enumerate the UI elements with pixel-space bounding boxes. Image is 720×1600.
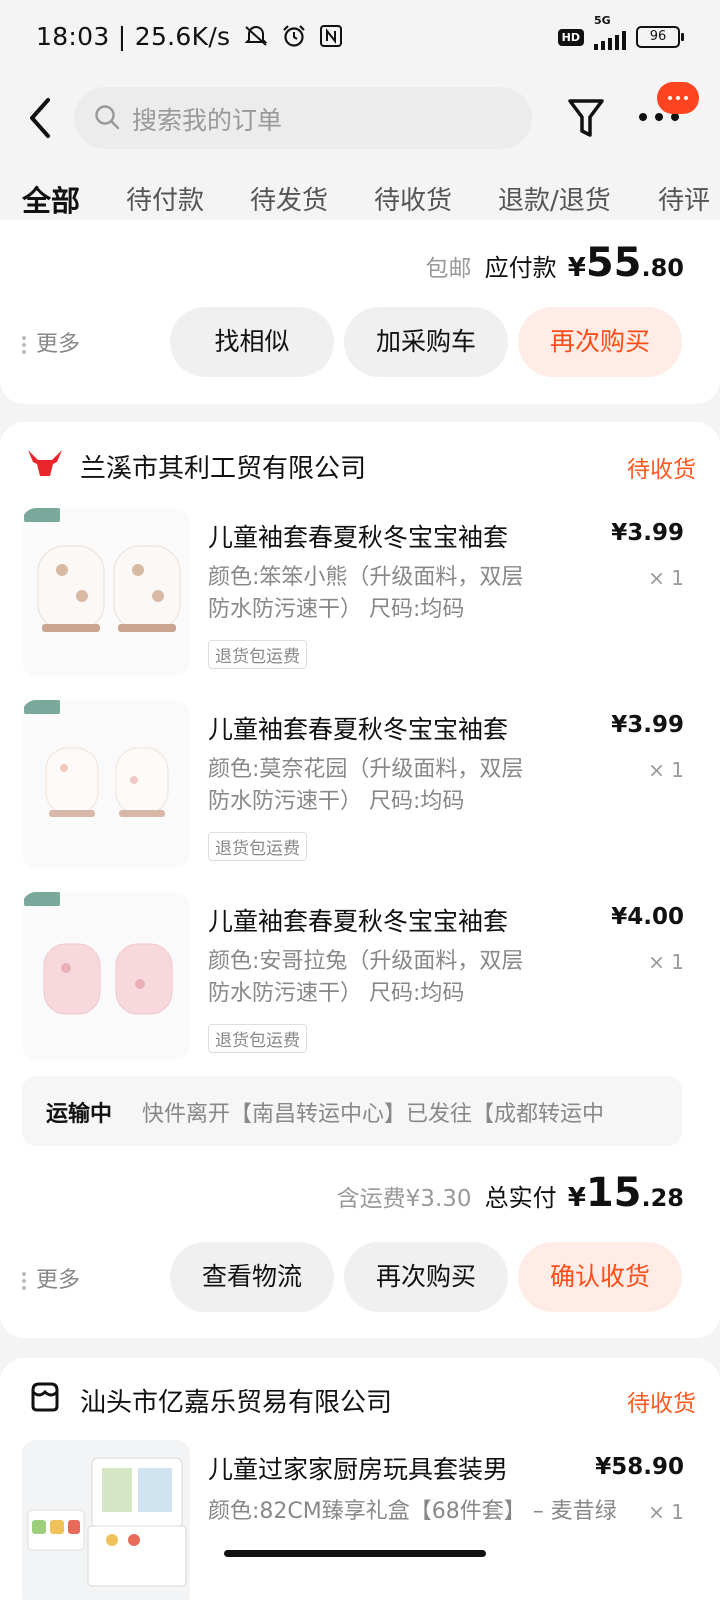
bull-shop-icon [28, 450, 62, 476]
return-shipping-tag: 退货包运费 [208, 640, 307, 669]
product-title[interactable]: 儿童袖套春夏秋冬宝宝袖套 [208, 710, 508, 746]
shop-name[interactable]: 汕头市亿嘉乐贸易有限公司 [80, 1382, 392, 1419]
nfc-icon [320, 25, 343, 47]
product-spec: 颜色:莫奈花园（升级面料，双层防水防污速干） 尺码:均码 [208, 757, 524, 814]
confirm-receipt-button[interactable]: 确认收货 [518, 1242, 682, 1312]
filter-icon[interactable] [566, 97, 606, 141]
home-indicator[interactable] [224, 1550, 486, 1557]
order-status: 待收货 [627, 457, 696, 483]
battery-indicator: 96 [636, 26, 684, 48]
product-spec: 颜色:安哥拉兔（升级面料，双层防水防污速干） 尺码:均码 [208, 949, 524, 1006]
signal-icon: 5G [594, 14, 626, 50]
tab-all[interactable]: 全部 [22, 178, 80, 220]
status-bar: 18:03 | 25.6K/s HD 5G 96 [0, 0, 720, 76]
product-image[interactable] [22, 700, 190, 868]
buy-again-button[interactable]: 再次购买 [518, 307, 682, 377]
buy-again-button[interactable]: 再次购买 [344, 1242, 508, 1312]
product-spec: 颜色:笨笨小熊（升级面料，双层防水防污速干） 尺码:均码 [208, 565, 524, 622]
product-title[interactable]: 儿童袖套春夏秋冬宝宝袖套 [208, 902, 508, 938]
add-to-cart-button[interactable]: 加采购车 [344, 307, 508, 377]
order-total: 含运费¥3.30 总实付 ¥15.28 [336, 1170, 684, 1216]
shop-name[interactable]: 兰溪市其利工贸有限公司 [80, 448, 366, 485]
search-input[interactable]: 搜索我的订单 [132, 101, 282, 137]
tab-pending-receipt[interactable]: 待收货 [374, 180, 452, 217]
status-indicators: HD 5G 96 [557, 14, 684, 50]
product-price: ¥4.00 [611, 904, 684, 930]
product-image[interactable] [22, 508, 190, 676]
product-price: ¥58.90 [595, 1454, 684, 1480]
product-thumbnail [24, 508, 181, 632]
product-quantity: × 1 [648, 950, 684, 974]
find-similar-button[interactable]: 找相似 [170, 307, 334, 377]
order-status: 待收货 [627, 1391, 696, 1417]
product-quantity: × 1 [648, 758, 684, 782]
logistics-detail: 快件离开【南昌转运中心】已发往【成都转运中 [142, 1102, 605, 1127]
return-shipping-tag: 退货包运费 [208, 1024, 307, 1053]
store-icon [31, 1382, 59, 1412]
dnd-icon [244, 26, 268, 46]
order-total: 包邮 应付款 ¥55.80 [425, 240, 684, 286]
product-quantity: × 1 [648, 1500, 684, 1524]
vertical-dots-icon [22, 333, 26, 357]
back-arrow-icon[interactable] [22, 94, 62, 142]
product-image[interactable] [22, 892, 190, 1060]
view-logistics-button[interactable]: 查看物流 [170, 1242, 334, 1312]
alarm-icon [283, 25, 305, 47]
tab-pending-payment[interactable]: 待付款 [126, 180, 204, 217]
tab-review[interactable]: 待评 [658, 180, 710, 217]
more-link[interactable]: 更多 [22, 326, 80, 358]
search-icon [95, 105, 120, 130]
logistics-info[interactable]: 运输中 快件离开【南昌转运中心】已发往【成都转运中 [22, 1076, 682, 1146]
return-shipping-tag: 退货包运费 [208, 832, 307, 861]
product-title[interactable]: 儿童袖套春夏秋冬宝宝袖套 [208, 518, 508, 554]
logistics-status: 运输中 [46, 1102, 113, 1127]
product-price: ¥3.99 [611, 712, 684, 738]
product-quantity: × 1 [648, 566, 684, 590]
product-spec: 颜色:82CM臻享礼盒【68件套】 – 麦昔绿 [208, 1499, 617, 1524]
product-image[interactable] [22, 1440, 190, 1600]
vertical-dots-icon [22, 1269, 26, 1293]
tab-refund[interactable]: 退款/退货 [498, 180, 611, 217]
more-link[interactable]: 更多 [22, 1262, 80, 1294]
product-title[interactable]: 儿童过家家厨房玩具套装男 [208, 1450, 508, 1486]
hd-badge: HD [557, 28, 584, 46]
order-card-previous: 包邮 应付款 ¥55.80 更多 找相似 加采购车 再次购买 [0, 220, 720, 404]
message-badge[interactable] [657, 82, 699, 114]
tab-pending-shipment[interactable]: 待发货 [250, 180, 328, 217]
product-price: ¥3.99 [611, 520, 684, 546]
order-card: 汕头市亿嘉乐贸易有限公司 待收货 儿童过家家厨房玩具套装男 颜色:82CM臻享礼… [0, 1358, 720, 1600]
status-time: 18:03 | 25.6K/s [36, 22, 343, 51]
order-card: 兰溪市其利工贸有限公司 待收货 儿童袖套春夏秋冬宝宝袖套 颜色:笨笨小熊（升级面… [0, 422, 720, 1338]
product-thumbnail [24, 700, 169, 817]
product-thumbnail [24, 892, 173, 1015]
search-bar[interactable]: 搜索我的订单 [74, 87, 532, 149]
product-thumbnail [22, 1440, 190, 1600]
